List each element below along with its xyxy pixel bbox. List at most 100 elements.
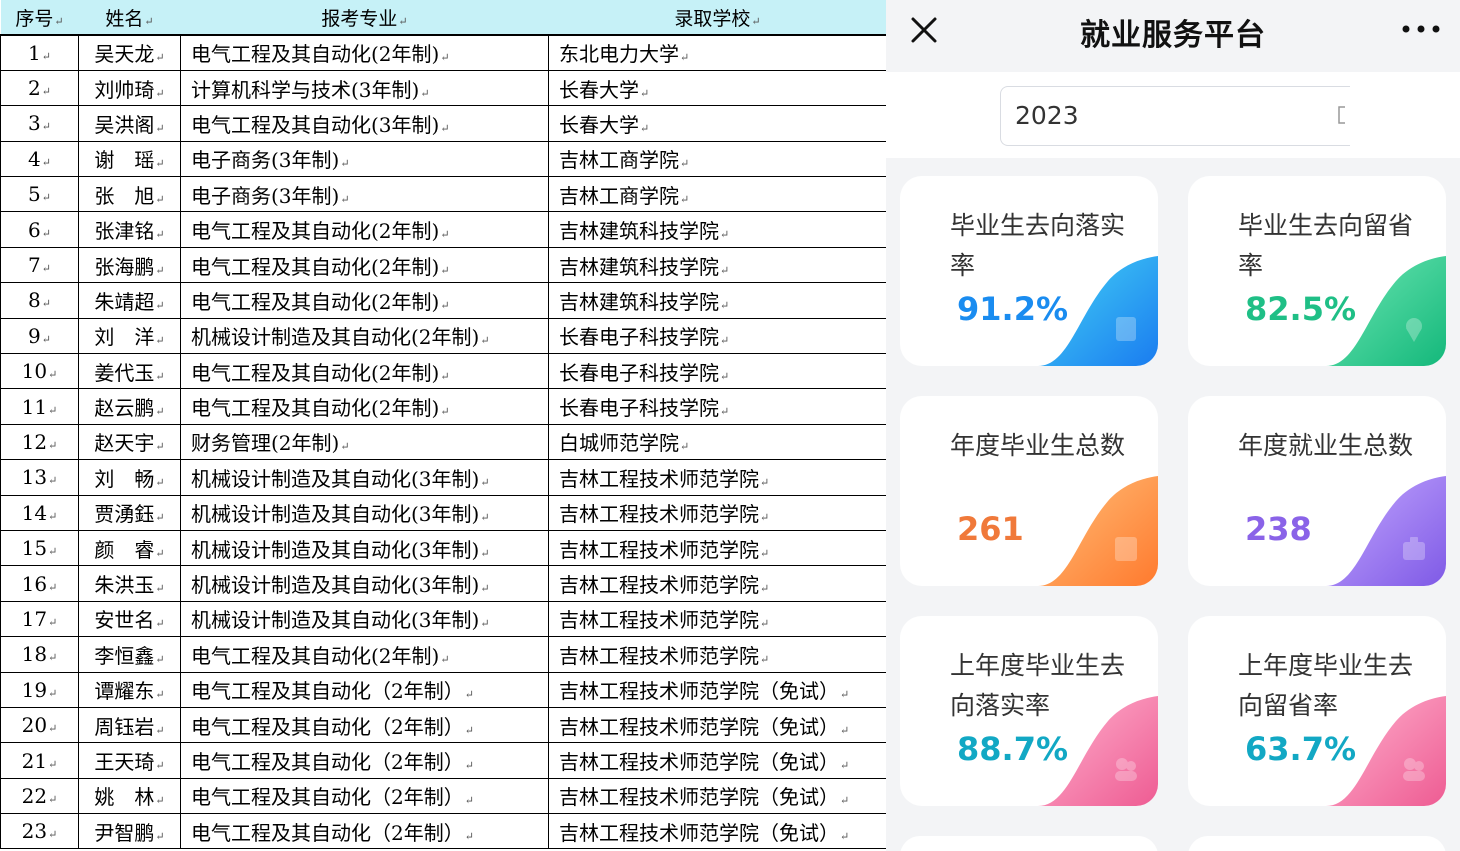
cell-no-text: 22 — [21, 783, 48, 808]
cell-major-text: 电气工程及其自动化(2年制) — [191, 289, 440, 314]
cell-no-text: 13 — [21, 465, 48, 490]
card-wave-decoration — [1326, 256, 1446, 366]
cell-name-text: 谢 瑶 — [94, 148, 155, 173]
cell-name-text: 安世名 — [94, 608, 155, 633]
cell-major-text: 机械设计制造及其自动化(3年制) — [191, 608, 480, 633]
cell-school: 白城师范学院↵ — [548, 423, 886, 461]
cell-no-text: 17 — [21, 606, 48, 631]
cell-major: 电气工程及其自动化（2年制）↵ — [180, 777, 549, 815]
cell-school: 吉林工程技术师范学院↵ — [548, 529, 886, 567]
cell-name: 贾湧鈺↵ — [78, 494, 181, 531]
cell-name-text: 谭耀东 — [94, 679, 155, 704]
cell-school-text: 白城师范学院 — [559, 431, 679, 456]
table-row: 18↵ 李恒鑫↵ 电气工程及其自动化(2年制)↵ 吉林工程技术师范学院↵ — [0, 636, 886, 673]
paragraph-mark-icon: ↵ — [155, 228, 165, 242]
cell-school-text: 吉林工程技术师范学院（免试） — [559, 750, 839, 774]
more-dots-icon — [1402, 25, 1440, 33]
cell-major-text: 机械设计制造及其自动化(3年制) — [191, 502, 480, 527]
cell-major-text: 电气工程及其自动化(2年制) — [191, 643, 440, 668]
cell-major: 电气工程及其自动化(2年制)↵ — [180, 636, 549, 673]
cell-name-text: 王天琦 — [94, 750, 155, 774]
paragraph-mark-icon: ↵ — [155, 121, 165, 135]
cell-school: 吉林工程技术师范学院（免试）↵ — [548, 813, 886, 850]
cell-school-text: 吉林工程技术师范学院 — [559, 502, 759, 527]
stat-card[interactable]: 年度毕业生总数 261 — [900, 396, 1158, 586]
top-bar: 就业服务平台 — [886, 0, 1460, 72]
table-row: 8↵ 朱靖超↵ 电气工程及其自动化(2年制)↵ 吉林建筑科技学院↵ — [0, 282, 886, 319]
paragraph-mark-icon: ↵ — [41, 332, 51, 346]
cell-name: 谭耀东↵ — [78, 671, 181, 708]
stat-card[interactable]: 上年度毕业生去向落实率 88.7% — [900, 616, 1158, 806]
chart-icon — [1115, 537, 1137, 561]
table-header-row: 序号↵ 姓名↵ 报考专业↵ 录取学校↵ — [0, 0, 886, 36]
cell-school: 吉林建筑科技学院↵ — [548, 211, 886, 248]
stat-card[interactable]: 上年度毕业生去向留省率 63.7% — [1188, 616, 1446, 806]
cell-major-text: 计算机科学与技术(3年制) — [191, 77, 420, 102]
stat-card-value: 261 — [957, 510, 1024, 548]
cell-major-text: 机械设计制造及其自动化(2年制) — [191, 325, 480, 350]
cell-school-text: 长春大学 — [559, 112, 639, 137]
paragraph-mark-icon: ↵ — [720, 298, 730, 312]
table-body: 1↵ 吴天龙↵ 电气工程及其自动化(2年制)↵ 东北电力大学↵ 2↵ 刘帅琦↵ 计算机科学与… — [0, 34, 886, 850]
paragraph-mark-icon: ↵ — [760, 652, 770, 666]
paragraph-mark-icon: ↵ — [155, 192, 165, 206]
cell-name-text: 姜代玉 — [94, 360, 155, 385]
stat-card-label: 年度毕业生总数 — [950, 431, 1126, 460]
cell-school-text: 吉林工程技术师范学院 — [559, 537, 759, 562]
admission-table: 序号↵ 姓名↵ 报考专业↵ 录取学校↵ 1↵ 吴天龙↵ 电气工程及其自动化(2年制)… — [0, 0, 886, 850]
table-row: 2↵ 刘帅琦↵ 计算机科学与技术(3年制)↵ 长春大学↵ — [0, 69, 886, 107]
cell-name: 姜代玉↵ — [78, 353, 181, 390]
cell-school: 长春大学↵ — [548, 69, 886, 107]
cell-major: 电气工程及其自动化（2年制）↵ — [180, 742, 549, 779]
paragraph-mark-icon: ↵ — [720, 228, 730, 242]
paragraph-mark-icon: ↵ — [464, 688, 474, 702]
cell-no-text: 9 — [28, 323, 41, 348]
cell-school: 吉林工商学院↵ — [548, 140, 886, 178]
cell-name: 谢 瑶↵ — [78, 140, 181, 178]
users-icon — [1403, 758, 1425, 781]
cell-school: 吉林工程技术师范学院（免试）↵ — [548, 742, 886, 779]
cell-school-text: 吉林工程技术师范学院 — [559, 466, 759, 491]
header-no: 序号↵ — [0, 0, 79, 36]
paragraph-mark-icon: ↵ — [840, 688, 850, 702]
cell-school-text: 吉林建筑科技学院 — [559, 289, 719, 314]
more-button[interactable] — [1396, 14, 1446, 44]
paragraph-mark-icon: ↵ — [155, 86, 165, 100]
card-wave-decoration — [1038, 256, 1158, 366]
cell-major-text: 机械设计制造及其自动化(3年制) — [191, 573, 480, 598]
table-row: 22↵ 姚 林↵ 电气工程及其自动化（2年制）↵ 吉林工程技术师范学院（免试）↵ — [0, 777, 886, 815]
paragraph-mark-icon: ↵ — [440, 263, 450, 277]
year-picker-input[interactable]: 2023 — [1000, 86, 1350, 146]
cell-school: 吉林工程技术师范学院（免试）↵ — [548, 671, 886, 708]
paragraph-mark-icon: ↵ — [41, 155, 51, 169]
cell-major-text: 电子商务(3年制) — [191, 148, 340, 173]
mobile-app: 就业服务平台 2023 毕业生去向落实率 91.2% 毕业生去向留省率 82.5% 年度… — [886, 0, 1460, 851]
cell-no-text: 23 — [21, 819, 48, 844]
cell-no-text: 19 — [21, 677, 48, 702]
stat-card[interactable]: 年度就业生总数 238 — [1188, 396, 1446, 586]
paragraph-mark-icon: ↵ — [480, 511, 490, 525]
table-row: 20↵ 周钰岩↵ 电气工程及其自动化（2年制）↵ 吉林工程技术师范学院（免试）↵ — [0, 706, 886, 744]
paragraph-mark-icon: ↵ — [41, 120, 51, 134]
paragraph-mark-icon: ↵ — [48, 509, 58, 523]
cell-no: 15↵ — [0, 529, 79, 567]
cell-no-text: 21 — [21, 748, 48, 773]
stat-card[interactable]: 毕业生去向落实率 91.2% — [900, 176, 1158, 366]
document-icon — [1116, 317, 1136, 341]
cell-major-text: 财务管理(2年制) — [191, 431, 340, 456]
cell-school: 长春电子科技学院↵ — [548, 388, 886, 425]
cell-school-text: 吉林工商学院 — [559, 183, 679, 208]
paragraph-mark-icon: ↵ — [41, 49, 51, 63]
stat-card[interactable]: 毕业生去向留省率 82.5% — [1188, 176, 1446, 366]
cell-name: 刘帅琦↵ — [78, 69, 181, 107]
cell-school-text: 吉林工程技术师范学院（免试） — [559, 820, 839, 845]
cell-major: 电气工程及其自动化(2年制)↵ — [180, 34, 549, 71]
paragraph-mark-icon: ↵ — [155, 511, 165, 525]
cell-no-text: 20 — [21, 713, 48, 738]
cell-major-text: 电气工程及其自动化(2年制) — [191, 360, 440, 385]
paragraph-mark-icon: ↵ — [464, 759, 474, 772]
users-icon — [1115, 758, 1137, 781]
table-row: 17↵ 安世名↵ 机械设计制造及其自动化(3年制)↵ 吉林工程技术师范学院↵ — [0, 600, 886, 638]
paragraph-mark-icon: ↵ — [440, 298, 450, 312]
stat-card-value: 238 — [1245, 510, 1312, 548]
